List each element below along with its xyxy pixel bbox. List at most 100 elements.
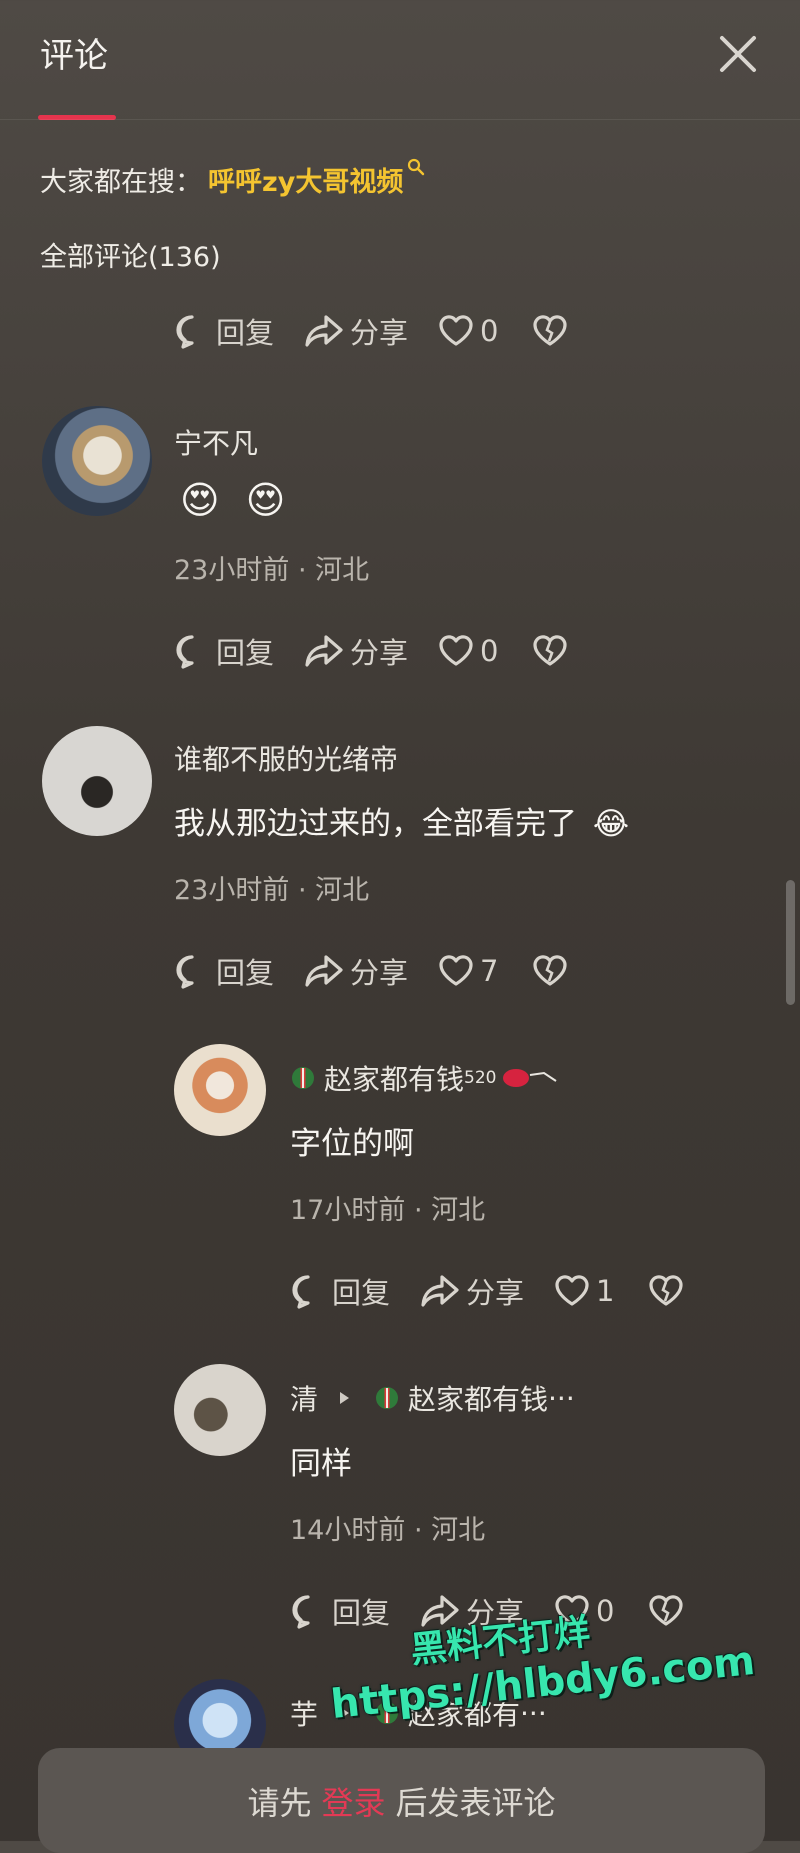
share-label: 分享 [466, 1276, 525, 1310]
reply-label: 回复 [216, 956, 275, 990]
reply-bubble-icon [292, 1595, 310, 1629]
comment-meta: 23小时前 · 河北 [174, 875, 370, 906]
comment-text: 我从那边过来的，全部看完了 😂 [174, 798, 629, 843]
reply-text: 字位的啊 [290, 1126, 414, 1162]
comment-input-bar[interactable]: 请先 登录 后发表评论 [38, 1748, 765, 1853]
reply-username-text: 清 [290, 1383, 319, 1416]
reply-button[interactable]: 回复 [290, 1590, 390, 1632]
comment-username[interactable]: 宁不凡 [174, 422, 258, 462]
dislike-broken-heart-icon [533, 955, 568, 986]
reply-button[interactable]: 回复 [174, 950, 274, 992]
dislike-button[interactable] [532, 315, 574, 347]
reply-bubble-icon [176, 315, 194, 349]
search-icon[interactable] [407, 152, 425, 183]
dislike-button[interactable] [648, 1595, 690, 1627]
like-count: 0 [596, 1594, 615, 1628]
reply-label: 回复 [216, 636, 275, 670]
share-label: 分享 [350, 956, 409, 990]
heart-eyes-emoji: 😍 [180, 478, 220, 522]
share-button[interactable]: 分享 [304, 310, 408, 352]
reply-username-text: 赵家都有钱 [324, 1063, 465, 1096]
comment-actions: 回复 分享 7 [174, 948, 604, 994]
heart-icon [555, 1275, 589, 1306]
like-count: 0 [480, 314, 499, 348]
reply-username-text: 芋 [290, 1698, 319, 1731]
reply-button[interactable]: 回复 [290, 1270, 390, 1312]
reply-to-username[interactable]: 赵家都有钱 [408, 1378, 548, 1418]
comment-actions: 回复 分享 0 [174, 308, 604, 354]
comment-item: 宁不凡 😍 😍 23小时前 · 河北 回复 分享 0 [0, 400, 800, 680]
comment-text: 😍 😍 [180, 478, 285, 522]
dislike-button[interactable] [532, 955, 574, 987]
dislike-broken-heart-icon [533, 635, 568, 666]
like-button[interactable]: 7 [438, 954, 498, 988]
reply-bubble-icon [176, 635, 194, 669]
close-button[interactable] [710, 26, 766, 82]
search-suggestion-prefix: 大家都在搜： [40, 167, 202, 198]
like-count: 1 [596, 1274, 615, 1308]
username-suffix: 520 [464, 1068, 497, 1088]
like-count: 0 [480, 634, 499, 668]
avatar[interactable] [174, 1044, 266, 1136]
badge-icon [376, 1387, 399, 1409]
heart-icon [439, 315, 473, 346]
truncation-ellipsis: ··· [548, 1381, 575, 1415]
reply-label: 回复 [332, 1276, 391, 1310]
dislike-broken-heart-icon [649, 1595, 684, 1626]
login-prompt-after: 后发表评论 [395, 1783, 556, 1822]
share-arrow-icon [305, 955, 343, 987]
header-divider [0, 119, 800, 120]
dislike-button[interactable] [532, 635, 574, 667]
heart-icon [439, 635, 473, 666]
search-suggestion: 大家都在搜： 呼呼zy大哥视频 [40, 158, 425, 199]
dislike-broken-heart-icon [533, 315, 568, 346]
reply-actions: 回复 分享 1 [290, 1268, 720, 1314]
reply-button[interactable]: 回复 [174, 630, 274, 672]
share-label: 分享 [350, 316, 409, 350]
comment-text-content: 我从那边过来的，全部看完了 [174, 806, 577, 842]
share-button[interactable]: 分享 [304, 630, 408, 672]
reply-button[interactable]: 回复 [174, 310, 274, 352]
dislike-broken-heart-icon [649, 1275, 684, 1306]
like-count: 7 [480, 954, 499, 988]
close-icon [720, 36, 756, 72]
share-button[interactable]: 分享 [420, 1270, 524, 1312]
reply-text: 同样 [290, 1446, 352, 1482]
avatar[interactable] [42, 726, 152, 836]
play-triangle-icon [340, 1392, 350, 1404]
badge-icon [292, 1067, 314, 1089]
badge-icon [503, 1069, 558, 1087]
scrollbar[interactable] [786, 880, 795, 1005]
laughing-crying-emoji: 😂 [592, 806, 630, 842]
search-suggestion-keyword[interactable]: 呼呼zy大哥视频 [208, 160, 403, 199]
reply-username[interactable]: 赵家都有钱 520 [290, 1058, 560, 1098]
tab-comments-title[interactable]: 评论 [40, 28, 108, 77]
comment-meta: 23小时前 · 河北 [174, 555, 370, 586]
like-button[interactable]: 0 [438, 634, 498, 668]
reply-item: 清 赵家都有钱 ··· 同样 14小时前 · 河北 回复 分享 0 [0, 1360, 800, 1640]
share-arrow-icon [305, 635, 343, 667]
comment-item: 谁都不服的光绪帝 我从那边过来的，全部看完了 😂 23小时前 · 河北 回复 分… [0, 720, 800, 1000]
reply-label: 回复 [216, 316, 275, 350]
avatar[interactable] [174, 1364, 266, 1456]
reply-bubble-icon [176, 955, 194, 989]
reply-meta: 17小时前 · 河北 [290, 1195, 486, 1226]
reply-username[interactable]: 清 赵家都有钱 ··· [290, 1378, 575, 1418]
login-link[interactable]: 登录 [321, 1778, 385, 1824]
avatar[interactable] [42, 406, 152, 516]
reply-label: 回复 [332, 1596, 391, 1630]
share-button[interactable]: 分享 [304, 950, 408, 992]
heart-icon [439, 955, 473, 986]
like-button[interactable]: 0 [438, 314, 498, 348]
comment-actions: 回复 分享 0 [174, 628, 604, 674]
heart-eyes-emoji: 😍 [245, 478, 286, 522]
login-prompt-before: 请先 [247, 1783, 312, 1822]
reply-bubble-icon [292, 1275, 310, 1309]
dislike-button[interactable] [648, 1275, 690, 1307]
share-arrow-icon [305, 315, 343, 347]
like-button[interactable]: 1 [554, 1274, 614, 1308]
reply-meta: 14小时前 · 河北 [290, 1515, 486, 1546]
comments-header: 评论 [0, 0, 800, 120]
reply-item: 赵家都有钱 520 字位的啊 17小时前 · 河北 回复 分享 1 [0, 1040, 800, 1320]
comment-username[interactable]: 谁都不服的光绪帝 [174, 738, 398, 778]
